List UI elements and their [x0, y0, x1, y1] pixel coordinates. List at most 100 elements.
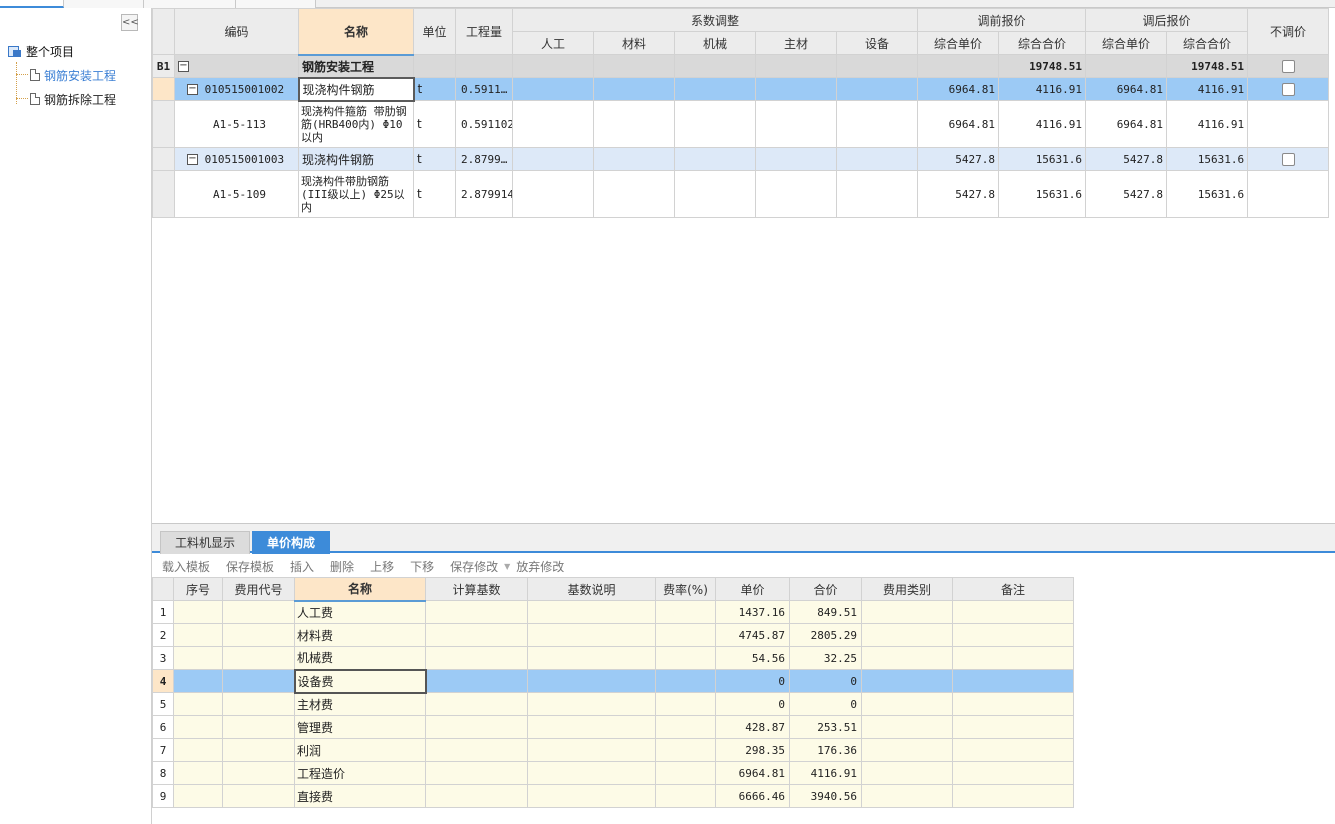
tab-labor-material-machine[interactable]: 工料机显示: [160, 531, 251, 554]
top-tab-4[interactable]: [236, 0, 316, 8]
table-row[interactable]: 9 直接费 6666.46 3940.56: [152, 784, 1074, 808]
tree-root-label: 整个项目: [26, 44, 75, 59]
col-no-adjust[interactable]: 不调价: [1247, 8, 1330, 55]
top-tab-1[interactable]: [0, 0, 64, 8]
col-unit-price[interactable]: 单价: [715, 577, 790, 601]
fee-name[interactable]: 材料费: [294, 623, 426, 647]
fee-name[interactable]: 机械费: [294, 646, 426, 670]
col-after-unit-price[interactable]: 综合单价: [1085, 31, 1168, 55]
item-unit: t: [413, 170, 456, 218]
col-name[interactable]: 名称: [294, 577, 426, 602]
move-up-button[interactable]: 上移: [370, 558, 394, 575]
col-coef-material[interactable]: 材料: [593, 31, 675, 55]
load-template-button[interactable]: 载入模板: [162, 558, 210, 575]
no-adjust-cell[interactable]: [1247, 77, 1330, 101]
col-coef-labor[interactable]: 人工: [512, 31, 594, 55]
item-qty[interactable]: 0.5911…: [455, 77, 513, 101]
table-row[interactable]: 6 管理费 428.87 253.51: [152, 715, 1074, 739]
col-fee-type[interactable]: 费用类别: [861, 577, 953, 601]
table-row[interactable]: − 010515001003 现浇构件钢筋 t 2.8799… 5427.8 1…: [152, 147, 1330, 171]
item-qty[interactable]: 2.8799…: [455, 147, 513, 171]
col-qty[interactable]: 工程量: [455, 8, 513, 55]
minus-icon[interactable]: −: [187, 84, 198, 95]
chevron-down-icon[interactable]: ▼: [504, 562, 510, 571]
tab-unit-price-composition[interactable]: 单价构成: [252, 531, 331, 554]
save-changes-button[interactable]: 保存修改: [450, 558, 498, 575]
tree-item-rebar-removal[interactable]: 钢筋拆除工程: [30, 90, 116, 108]
fee-name[interactable]: 人工费: [294, 600, 426, 624]
top-tab-3[interactable]: [144, 0, 236, 8]
tree-item-label: 钢筋安装工程: [44, 68, 117, 83]
after-unit-price: 5427.8: [1085, 147, 1168, 171]
item-qty[interactable]: 2.879914: [455, 170, 513, 218]
before-total: 19748.51: [998, 54, 1087, 78]
item-name[interactable]: 现浇构件钢筋: [298, 147, 414, 171]
table-row[interactable]: A1-5-113 现浇构件箍筋 带肋钢筋(HRB400内) Φ10以内 t 0.…: [152, 100, 1330, 148]
no-adjust-checkbox[interactable]: [1281, 152, 1295, 166]
fee-name[interactable]: 管理费: [294, 715, 426, 739]
col-before-total-price[interactable]: 综合合价: [998, 31, 1087, 55]
tree-item-rebar-install[interactable]: 钢筋安装工程: [30, 66, 116, 84]
col-coef-machine[interactable]: 机械: [674, 31, 756, 55]
code-cell[interactable]: − 010515001003: [174, 147, 299, 171]
table-row[interactable]: 1 人工费 1437.16 849.51: [152, 600, 1074, 624]
fee-name[interactable]: 工程造价: [294, 761, 426, 785]
top-tab-2[interactable]: [64, 0, 144, 8]
item-name[interactable]: 现浇构件钢筋: [297, 76, 415, 102]
col-base-desc[interactable]: 基数说明: [527, 577, 656, 601]
col-fee-code[interactable]: 费用代号: [222, 577, 295, 601]
item-qty[interactable]: 0.591102: [455, 100, 513, 148]
item-name[interactable]: 现浇构件箍筋 带肋钢筋(HRB400内) Φ10以内: [298, 100, 414, 148]
item-name[interactable]: 现浇构件带肋钢筋(III级以上) Φ25以内: [298, 170, 414, 218]
table-row[interactable]: 2 材料费 4745.87 2805.29: [152, 623, 1074, 647]
no-adjust-cell[interactable]: [1247, 54, 1330, 78]
delete-button[interactable]: 删除: [330, 558, 354, 575]
fee-total: 0: [789, 692, 862, 716]
fee-name[interactable]: 设备费: [293, 668, 427, 694]
minus-icon[interactable]: −: [178, 61, 189, 72]
collapse-toggle-cell[interactable]: −: [174, 54, 299, 78]
collapse-panel-button[interactable]: <<: [121, 14, 139, 31]
col-coef-main-material[interactable]: 主材: [755, 31, 837, 55]
table-row[interactable]: 7 利润 298.35 176.36: [152, 738, 1074, 762]
col-calc-base[interactable]: 计算基数: [425, 577, 528, 601]
code-cell[interactable]: − 010515001002: [174, 77, 299, 101]
save-template-button[interactable]: 保存模板: [226, 558, 274, 575]
row-number: 8: [152, 761, 174, 785]
col-total[interactable]: 合价: [789, 577, 862, 601]
tree-connector: [16, 74, 28, 75]
col-before-unit-price[interactable]: 综合单价: [917, 31, 1000, 55]
minus-icon[interactable]: −: [187, 154, 198, 165]
fee-total: 4116.91: [789, 761, 862, 785]
col-coef-equipment[interactable]: 设备: [835, 31, 919, 55]
discard-changes-button[interactable]: 放弃修改: [516, 558, 564, 575]
table-row[interactable]: − 010515001002 现浇构件钢筋 t 0.5911… 6964.81 …: [152, 76, 1330, 102]
fee-total: 253.51: [789, 715, 862, 739]
no-adjust-checkbox[interactable]: [1281, 59, 1295, 73]
item-unit: t: [413, 77, 456, 101]
col-rate[interactable]: 费率(%): [655, 577, 716, 601]
col-remark[interactable]: 备注: [952, 577, 1074, 601]
col-seq[interactable]: 序号: [173, 577, 223, 601]
col-unit[interactable]: 单位: [413, 8, 456, 55]
col-code[interactable]: 编码: [174, 8, 299, 55]
table-row[interactable]: 4 设备费 0 0: [152, 668, 1074, 694]
project-icon: [8, 45, 22, 58]
no-adjust-checkbox[interactable]: [1281, 82, 1295, 96]
col-name[interactable]: 名称: [298, 8, 414, 56]
fee-name[interactable]: 直接费: [294, 784, 426, 808]
document-icon: [30, 69, 40, 81]
fee-name[interactable]: 利润: [294, 738, 426, 762]
table-row[interactable]: 3 机械费 54.56 32.25: [152, 646, 1074, 670]
table-row[interactable]: 8 工程造价 6964.81 4116.91: [152, 761, 1074, 785]
fee-name[interactable]: 主材费: [294, 692, 426, 716]
table-row[interactable]: 5 主材费 0 0: [152, 692, 1074, 716]
no-adjust-cell[interactable]: [1247, 147, 1330, 171]
insert-button[interactable]: 插入: [290, 558, 314, 575]
table-row-group[interactable]: B1 − 钢筋安装工程 19748.51 19748.51: [152, 54, 1330, 78]
row-number: 5: [152, 692, 174, 716]
move-down-button[interactable]: 下移: [410, 558, 434, 575]
col-after-total-price[interactable]: 综合合价: [1166, 31, 1249, 55]
table-row[interactable]: A1-5-109 现浇构件带肋钢筋(III级以上) Φ25以内 t 2.8799…: [152, 170, 1330, 218]
tree-root-item[interactable]: 整个项目: [8, 42, 74, 60]
